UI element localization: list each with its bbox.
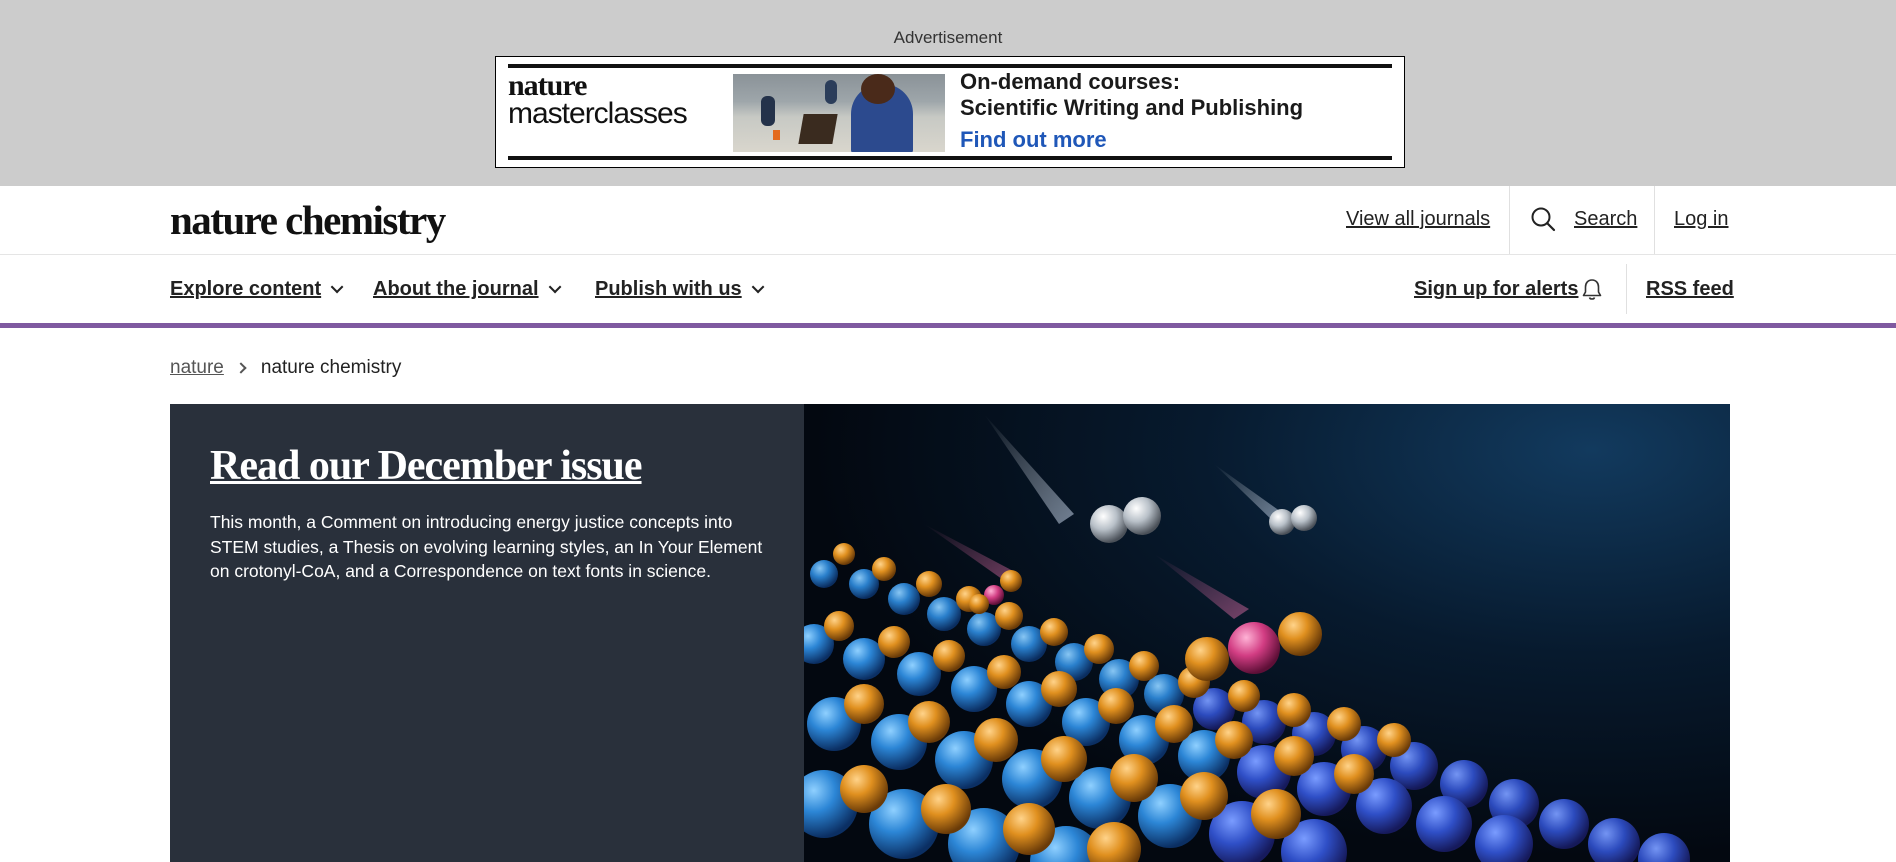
search-icon[interactable] bbox=[1530, 206, 1556, 232]
site-header: nature chemistry View all journals Searc… bbox=[0, 186, 1896, 255]
breadcrumb-nature-link[interactable]: nature bbox=[170, 357, 224, 379]
sign-up-for-alerts-link[interactable]: Sign up for alerts bbox=[1414, 278, 1578, 301]
chevron-down-icon bbox=[330, 280, 344, 294]
accent-bar bbox=[0, 323, 1896, 328]
ad-photo-figure bbox=[825, 80, 837, 104]
nav-explore-content[interactable]: Explore content bbox=[170, 278, 344, 301]
header-divider bbox=[1654, 186, 1655, 254]
ad-photo-cone bbox=[773, 130, 780, 140]
nav-publish-with-us-label: Publish with us bbox=[595, 278, 742, 300]
nav-about-the-journal-label: About the journal bbox=[373, 278, 539, 300]
ad-top-rule bbox=[508, 64, 1392, 68]
breadcrumb: nature nature chemistry bbox=[170, 357, 401, 379]
journal-logo[interactable]: nature chemistry bbox=[170, 196, 446, 244]
ad-photo-laptop bbox=[798, 114, 838, 144]
header-divider bbox=[1509, 186, 1510, 254]
login-link[interactable]: Log in bbox=[1674, 208, 1729, 231]
advertisement-label: Advertisement bbox=[893, 28, 1003, 47]
ad-logo-line2: masterclasses bbox=[508, 97, 688, 130]
advertisement-band: Advertisement nature masterclasses On-de… bbox=[0, 0, 1896, 186]
bell-icon[interactable] bbox=[1581, 278, 1603, 302]
chevron-right-icon bbox=[235, 362, 247, 374]
nature-masterclasses-logo: nature masterclasses bbox=[508, 71, 688, 130]
rss-feed-link[interactable]: RSS feed bbox=[1646, 278, 1734, 301]
hero-text-panel: Read our December issue This month, a Co… bbox=[170, 404, 804, 862]
main-nav: Explore content About the journal Publis… bbox=[0, 256, 1896, 327]
hero-title-link[interactable]: Read our December issue bbox=[210, 442, 643, 490]
chevron-down-icon bbox=[548, 280, 561, 294]
ad-photo-figure bbox=[761, 96, 775, 126]
ad-headline-line2: Scientific Writing and Publishing bbox=[960, 95, 1304, 120]
ad-bottom-rule bbox=[508, 156, 1392, 160]
molecular-illustration bbox=[790, 414, 1690, 862]
ad-photo-head bbox=[861, 74, 895, 104]
nav-about-the-journal[interactable]: About the journal bbox=[373, 278, 561, 301]
nav-divider bbox=[1626, 264, 1627, 314]
hero-feature: Read our December issue This month, a Co… bbox=[170, 404, 1730, 862]
breadcrumb-current: nature chemistry bbox=[260, 357, 402, 378]
nav-explore-content-label: Explore content bbox=[170, 278, 322, 300]
view-all-journals-link[interactable]: View all journals bbox=[1346, 208, 1490, 231]
ad-cta-link[interactable]: Find out more bbox=[960, 127, 1303, 153]
advertisement-banner[interactable]: nature masterclasses On-demand courses: … bbox=[495, 56, 1405, 168]
nav-publish-with-us[interactable]: Publish with us bbox=[595, 278, 765, 301]
ad-photo bbox=[733, 74, 945, 152]
ad-headline-line1: On-demand courses: bbox=[960, 69, 1181, 94]
search-link[interactable]: Search bbox=[1574, 208, 1637, 231]
chevron-down-icon bbox=[751, 280, 765, 294]
ad-text: On-demand courses: Scientific Writing an… bbox=[960, 69, 1303, 153]
hero-cover-image[interactable] bbox=[790, 404, 1730, 862]
hero-description: This month, a Comment on introducing ene… bbox=[210, 512, 763, 581]
